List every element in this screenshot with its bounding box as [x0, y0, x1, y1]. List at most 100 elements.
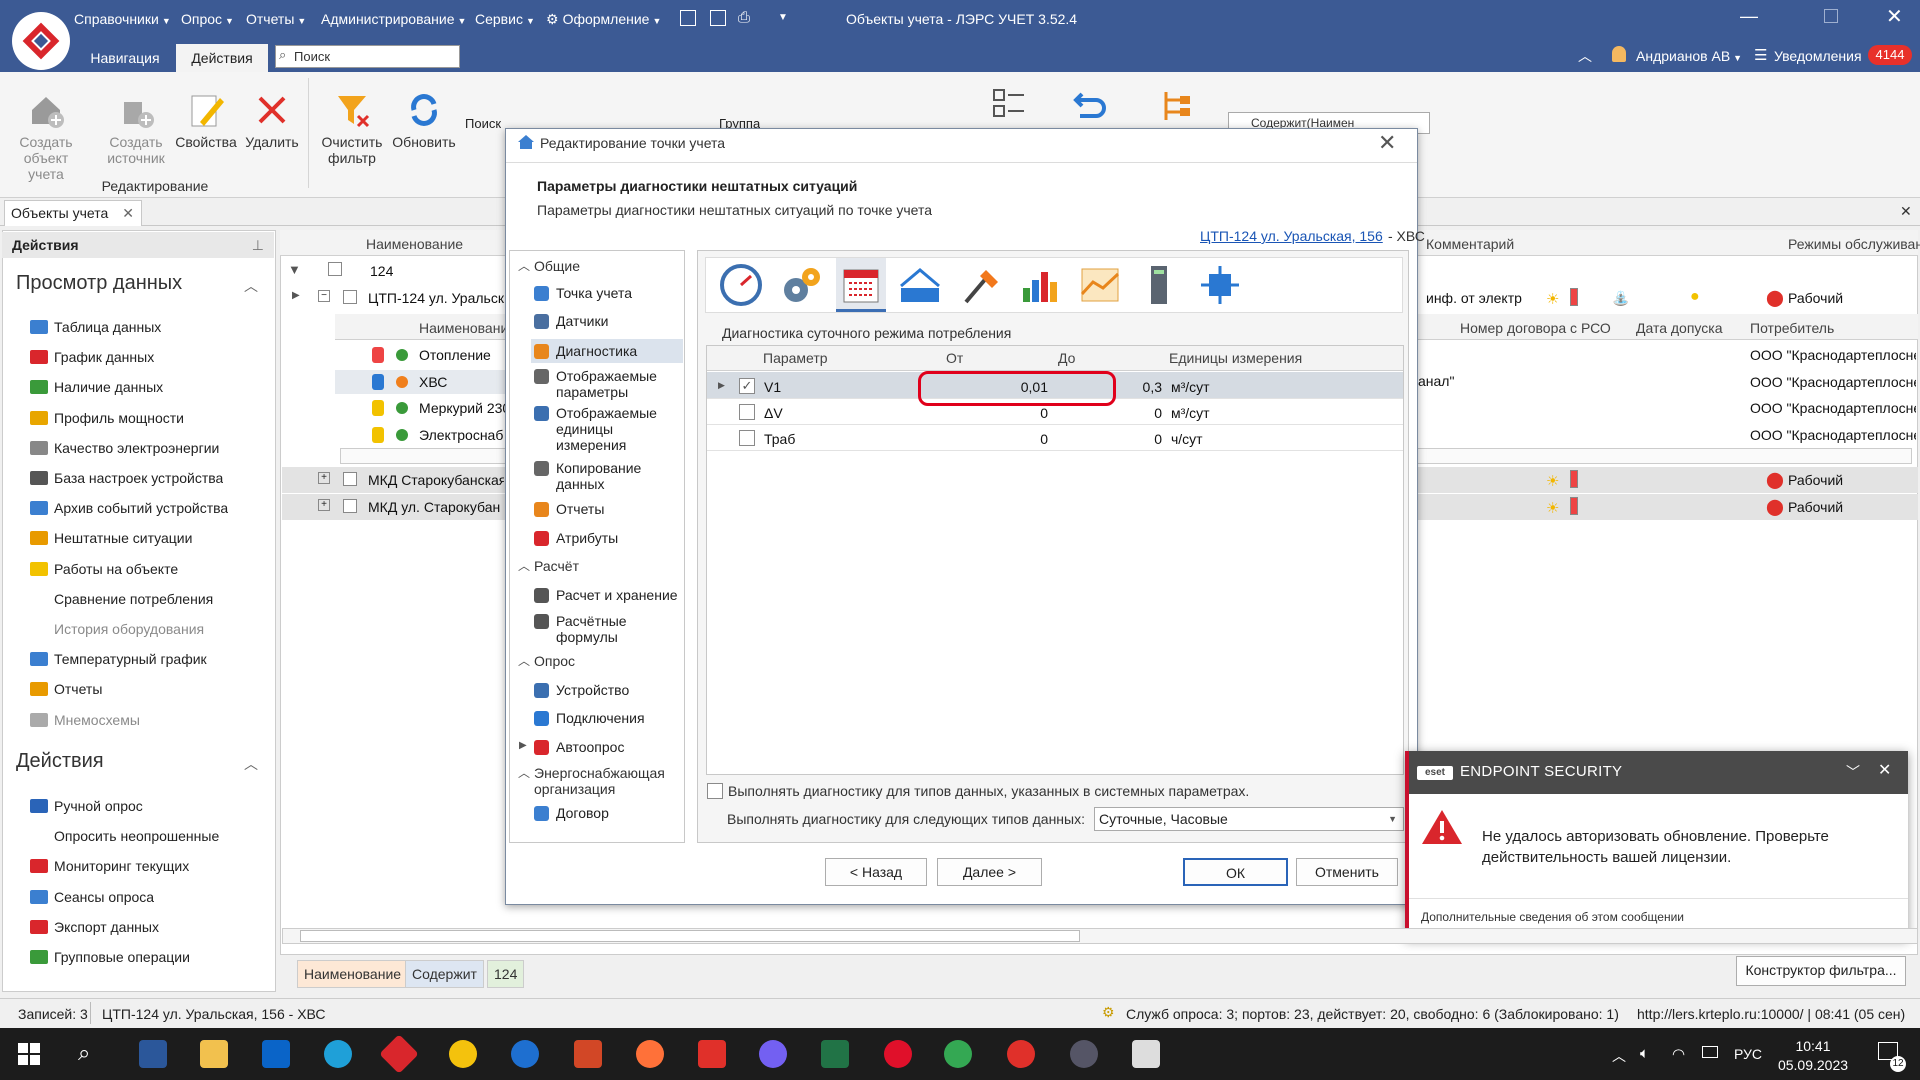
ok-button[interactable]: ОК — [1183, 858, 1288, 886]
windows-start-icon[interactable] — [18, 1043, 40, 1065]
col-name[interactable]: Наименование — [366, 236, 463, 252]
menu-handbooks[interactable]: Справочники ▼ — [74, 11, 171, 27]
taskbar-search-icon[interactable]: ⌕ — [78, 1040, 90, 1066]
tree-collapse-icon[interactable]: ︿ — [518, 765, 530, 781]
create-source-button[interactable]: Создать источник — [100, 90, 172, 166]
eset-more-info-link[interactable]: Дополнительные сведения об этом сообщени… — [1421, 910, 1684, 924]
clear-filter-button[interactable]: Очистить фильтр — [316, 90, 388, 166]
collapse-ribbon-icon[interactable]: ︿ — [1578, 46, 1592, 66]
other-row-name[interactable]: МКД ул. Старокубан — [368, 499, 504, 515]
sub-col-date[interactable]: Дата допуска — [1636, 320, 1723, 336]
nav-item[interactable]: Профиль мощности — [30, 407, 184, 429]
tree-item[interactable]: Отображаемые параметры — [534, 368, 680, 400]
tree-group[interactable]: ︿ Энергоснабжающая организация — [518, 765, 680, 797]
tree-item[interactable]: Расчётные формулы — [534, 613, 680, 645]
tab-navigation[interactable]: Навигация — [78, 44, 172, 72]
tray-language[interactable]: РУС — [1734, 1046, 1762, 1062]
word-icon[interactable] — [139, 1040, 167, 1068]
tree-item[interactable]: Автоопрос — [534, 739, 680, 755]
param-checkbox[interactable] — [739, 404, 755, 420]
action-item[interactable]: Ручной опрос — [30, 795, 143, 817]
menu-reports[interactable]: Отчеты ▼ — [246, 11, 306, 27]
water-level-tab-icon[interactable] — [897, 262, 943, 308]
tree-group[interactable]: ︿ Расчёт — [518, 558, 680, 574]
scrollbar-thumb[interactable] — [300, 930, 1080, 942]
filter-value[interactable]: 124 — [370, 263, 393, 279]
battery-icon[interactable] — [1702, 1046, 1718, 1058]
volume-icon[interactable]: 🔈︎ — [1640, 1045, 1649, 1062]
param-to[interactable]: 0 — [1058, 431, 1162, 447]
edge-icon[interactable] — [324, 1040, 352, 1068]
minimize-icon[interactable]: — — [1740, 6, 1758, 27]
menu-admin[interactable]: Администрирование ▼ — [321, 11, 466, 27]
tray-clock[interactable]: 10:41 05.09.2023 — [1768, 1037, 1858, 1075]
undo-arrow-icon[interactable] — [1068, 86, 1108, 126]
nav-item[interactable]: История оборудования — [30, 618, 204, 640]
yandex-icon[interactable] — [1007, 1040, 1035, 1068]
expand-row-icon[interactable]: ▶ — [292, 290, 300, 301]
collapse-actions-icon[interactable]: ︿ — [244, 754, 258, 774]
sub-col-name[interactable]: Наименовани — [419, 320, 505, 336]
tree-item[interactable]: Диагностика — [534, 343, 680, 359]
tab-actions[interactable]: Действия — [176, 44, 268, 72]
nav-item[interactable]: Таблица данных — [30, 316, 161, 338]
calendar-tab-icon[interactable] — [838, 262, 884, 308]
viber-icon[interactable] — [759, 1040, 787, 1068]
expand-group-icon[interactable]: + — [318, 498, 330, 511]
sub-col-consumer[interactable]: Потребитель — [1750, 320, 1834, 336]
tab-objects[interactable]: Объекты учета ✕ — [4, 200, 142, 226]
param-to[interactable]: 0 — [1058, 405, 1162, 421]
7zip-icon[interactable] — [1132, 1040, 1160, 1068]
sub-col-contract[interactable]: Номер договора с РСО — [1460, 320, 1611, 336]
tree-group[interactable]: ︿ Опрос — [518, 653, 680, 669]
notifications-button[interactable]: Уведомления — [1774, 48, 1862, 64]
area-chart-tab-icon[interactable] — [1077, 262, 1123, 308]
nav-item[interactable]: Нештатные ситуации — [30, 527, 192, 549]
next-button[interactable]: Далее > — [937, 858, 1042, 886]
nav-item[interactable]: Качество электроэнергии — [30, 437, 219, 459]
eset-close-icon[interactable]: ✕ — [1878, 760, 1891, 780]
nav-item[interactable]: Работы на объекте — [30, 558, 178, 580]
filter-checkbox[interactable] — [328, 262, 342, 276]
tree-collapse-icon[interactable]: ︿ — [518, 653, 530, 669]
tree-collapse-icon[interactable]: ︿ — [518, 258, 530, 274]
col-modes[interactable]: Режимы обслуживан — [1788, 236, 1920, 252]
tree-item[interactable]: Копирование данных — [534, 460, 680, 492]
properties-button[interactable]: Свойства — [170, 90, 242, 150]
tray-chevron-icon[interactable]: ︿ — [1612, 1046, 1626, 1066]
col-param[interactable]: Параметр — [763, 350, 828, 366]
section-view-data[interactable]: Просмотр данных — [16, 272, 182, 295]
other-row-name[interactable]: МКД Старокубанская — [368, 472, 504, 488]
nav-item[interactable]: Наличие данных — [30, 376, 163, 398]
filter-constructor-button[interactable]: Конструктор фильтра... — [1736, 956, 1906, 986]
collapse-view-icon[interactable]: ︿ — [244, 276, 258, 296]
global-search-input[interactable]: Поиск — [275, 45, 460, 68]
nav-item[interactable]: База настроек устройства — [30, 467, 223, 489]
probe-tab-icon[interactable] — [958, 262, 1004, 308]
row-checkbox[interactable] — [343, 290, 357, 304]
powerpoint-icon[interactable] — [574, 1040, 602, 1068]
tree-item[interactable]: Подключения — [534, 710, 680, 726]
nav-item[interactable]: Температурный график — [30, 648, 207, 670]
opera-icon[interactable] — [884, 1040, 912, 1068]
user-menu[interactable]: Андрианов АВ ▼ — [1636, 48, 1742, 64]
tree-item[interactable]: Отображаемые единицы измерения — [534, 405, 680, 453]
tree-structure-icon[interactable] — [1158, 86, 1198, 126]
col-comment[interactable]: Комментарий — [1426, 236, 1514, 252]
ie-icon[interactable] — [511, 1040, 539, 1068]
nav-item[interactable]: Мнемосхемы — [30, 709, 140, 731]
filter-pill-field[interactable]: Наименование — [297, 960, 409, 988]
tree-collapse-icon[interactable]: ︿ — [518, 558, 530, 574]
delete-button[interactable]: Удалить — [236, 90, 308, 150]
data-types-select[interactable]: Суточные, Часовые ▼ — [1094, 807, 1404, 831]
chip-tab-icon[interactable] — [1197, 262, 1243, 308]
excel-icon[interactable] — [821, 1040, 849, 1068]
param-from[interactable]: 0 — [946, 431, 1048, 447]
tree-item[interactable]: Договор — [534, 805, 680, 821]
col-from[interactable]: От — [946, 350, 963, 366]
action-item[interactable]: Экспорт данных — [30, 916, 159, 938]
collapse-group-icon[interactable]: − — [318, 290, 330, 302]
action-item[interactable]: Опросить неопрошенные — [30, 825, 219, 847]
sub-row-name[interactable]: Электроснаб — [419, 427, 505, 443]
wifi-icon[interactable]: ◠ — [1672, 1045, 1685, 1063]
